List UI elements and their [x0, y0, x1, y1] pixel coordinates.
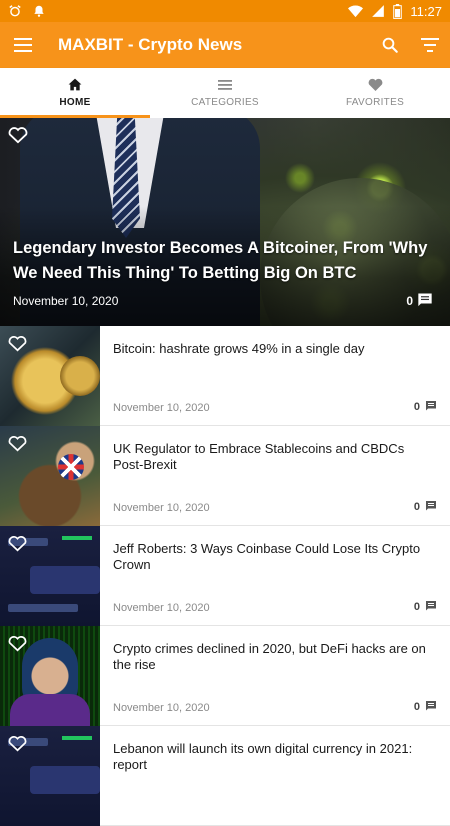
alarm-icon	[8, 4, 22, 18]
favorite-heart-icon[interactable]	[7, 633, 28, 657]
tab-home[interactable]: HOME	[0, 68, 150, 118]
tab-home-label: HOME	[59, 97, 91, 108]
article-title[interactable]: Bitcoin: hashrate grows 49% in a single …	[113, 341, 438, 357]
favorite-heart-icon[interactable]	[7, 733, 28, 757]
article-title[interactable]: UK Regulator to Embrace Stablecoins and …	[113, 441, 438, 473]
thumb-ui-bar	[8, 604, 78, 612]
app-bar: MAXBIT - Crypto News	[0, 22, 450, 68]
comment-icon	[425, 600, 437, 614]
list-item[interactable]: Bitcoin: hashrate grows 49% in a single …	[0, 326, 450, 426]
article-date: November 10, 2020	[113, 402, 210, 414]
article-comment-count: 0	[414, 400, 437, 414]
favorite-heart-icon[interactable]	[7, 433, 28, 457]
tab-favorites[interactable]: FAVORITES	[300, 68, 450, 118]
comment-icon	[417, 292, 433, 310]
comment-number: 0	[413, 501, 420, 513]
article-comment-count: 0	[414, 600, 437, 614]
app-title: MAXBIT - Crypto News	[58, 35, 243, 54]
article-thumbnail	[0, 426, 100, 526]
article-list: Bitcoin: hashrate grows 49% in a single …	[0, 326, 450, 826]
comment-number: 0	[413, 601, 420, 613]
cellular-icon	[371, 4, 385, 18]
article-thumbnail	[0, 626, 100, 726]
tab-bar: HOME CATEGORIES FAVORITES	[0, 68, 450, 118]
tab-categories[interactable]: CATEGORIES	[150, 68, 300, 118]
hamburger-icon[interactable]	[0, 22, 46, 68]
battery-icon	[393, 3, 403, 19]
wifi-icon	[348, 5, 364, 18]
favorite-heart-icon[interactable]	[7, 533, 28, 557]
thumb-ui-accent	[62, 736, 92, 740]
list-icon	[218, 79, 232, 97]
comment-number: 0	[413, 701, 420, 713]
article-comment-count: 0	[414, 700, 437, 714]
comment-icon	[425, 700, 437, 714]
list-item[interactable]: Lebanon will launch its own digital curr…	[0, 726, 450, 826]
article-date: November 10, 2020	[113, 702, 210, 714]
thumb-figure-shirt	[10, 694, 90, 726]
search-icon[interactable]	[370, 22, 410, 68]
status-time: 11:27	[410, 3, 442, 19]
article-title[interactable]: Crypto crimes declined in 2020, but DeFi…	[113, 641, 438, 673]
featured-article[interactable]: Legendary Investor Becomes A Bitcoiner, …	[0, 118, 450, 326]
tab-favorites-label: FAVORITES	[345, 97, 405, 108]
article-thumbnail	[0, 326, 100, 426]
status-bar: 11:27	[0, 0, 450, 22]
article-thumbnail	[0, 526, 100, 626]
list-item[interactable]: Crypto crimes declined in 2020, but DeFi…	[0, 626, 450, 726]
tab-categories-label: CATEGORIES	[191, 96, 259, 108]
thumb-ui-accent	[62, 536, 92, 540]
comment-icon	[425, 500, 437, 514]
list-item[interactable]: Jeff Roberts: 3 Ways Coinbase Could Lose…	[0, 526, 450, 626]
featured-date: November 10, 2020	[13, 294, 119, 308]
comment-icon	[425, 400, 437, 414]
featured-comment-count: 0	[406, 292, 433, 310]
notification-bell-icon	[32, 4, 46, 18]
comment-number: 0	[413, 401, 420, 413]
article-comment-count: 0	[414, 500, 437, 514]
featured-comment-number: 0	[406, 294, 413, 308]
article-thumbnail	[0, 726, 100, 826]
home-icon	[68, 78, 82, 97]
featured-title[interactable]: Legendary Investor Becomes A Bitcoiner, …	[13, 236, 438, 286]
favorite-heart-icon[interactable]	[7, 333, 28, 357]
article-title[interactable]: Jeff Roberts: 3 Ways Coinbase Could Lose…	[113, 541, 438, 573]
uk-flag-image	[58, 454, 84, 480]
filter-icon[interactable]	[410, 22, 450, 68]
thumb-ui-panel	[30, 766, 100, 794]
favorite-heart-icon[interactable]	[7, 124, 29, 149]
article-title[interactable]: Lebanon will launch its own digital curr…	[113, 741, 438, 773]
list-item[interactable]: UK Regulator to Embrace Stablecoins and …	[0, 426, 450, 526]
thumb-ui-panel	[30, 566, 100, 594]
article-date: November 10, 2020	[113, 502, 210, 514]
heart-icon	[368, 78, 383, 97]
article-date: November 10, 2020	[113, 602, 210, 614]
